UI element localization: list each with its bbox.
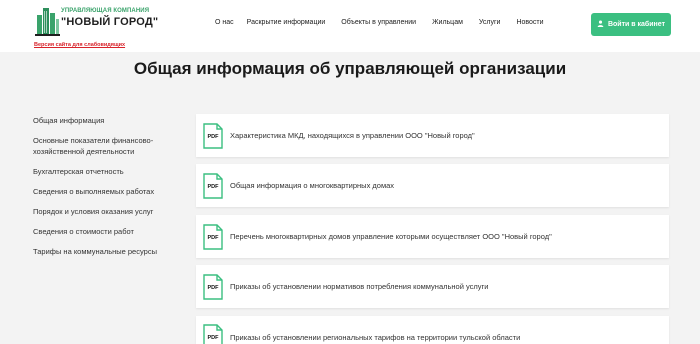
document-title: Характеристика МКД, находящихся в управл… <box>230 131 475 140</box>
nav-link-disclosure[interactable]: Раскрытие информации <box>247 19 326 26</box>
login-button-label: Войти в кабинет <box>607 21 666 28</box>
sidebar-item-financial-indicators[interactable]: Основные показатели финансово-хозяйствен… <box>33 135 173 157</box>
pdf-file-icon: PDF <box>203 122 223 149</box>
company-logo[interactable]: УПРАВЛЯЮЩАЯ КОМПАНИЯ "НОВЫЙ ГОРОД" Верси… <box>34 5 158 49</box>
sidebar-item-work-cost[interactable]: Сведения о стоимости работ <box>33 226 183 237</box>
sidebar-item-general-info[interactable]: Общая информация <box>33 115 183 126</box>
document-title: Перечень многоквартирных домов управлени… <box>230 232 552 241</box>
sidebar-item-works-info[interactable]: Сведения о выполняемых работах <box>33 186 183 197</box>
logo-tagline: УПРАВЛЯЮЩАЯ КОМПАНИЯ <box>61 8 150 14</box>
pdf-label: PDF <box>207 234 219 241</box>
pdf-file-icon: PDF <box>203 273 223 300</box>
pdf-file-icon: PDF <box>203 223 223 250</box>
nav-link-news[interactable]: Новости <box>516 19 543 26</box>
site-header: УПРАВЛЯЮЩАЯ КОМПАНИЯ "НОВЫЙ ГОРОД" Верси… <box>0 0 700 52</box>
nav-link-services[interactable]: Услуги <box>479 19 501 26</box>
nav-link-residents[interactable]: Жильцам <box>432 19 463 26</box>
user-icon <box>597 20 604 29</box>
sidebar-item-accounting[interactable]: Бухгалтерская отчетность <box>33 166 183 177</box>
pdf-file-icon: PDF <box>203 324 223 344</box>
document-title: Приказы об установлении нормативов потре… <box>230 282 489 291</box>
sidebar-menu: Общая информация Основные показатели фин… <box>33 115 183 266</box>
document-title: Общая информация о многоквартирных домах <box>230 181 395 190</box>
pdf-label: PDF <box>207 335 219 341</box>
sidebar-item-service-terms[interactable]: Порядок и условия оказания услуг <box>33 206 183 217</box>
page-title: Общая информация об управляющей организа… <box>133 59 567 78</box>
nav-link-objects[interactable]: Объекты в управлении <box>341 19 416 26</box>
pdf-label: PDF <box>207 284 219 291</box>
document-title: Приказы об установлении региональных тар… <box>230 333 521 342</box>
main-nav: О нас Раскрытие информации Объекты в упр… <box>215 19 560 26</box>
document-card[interactable]: PDF Общая информация о многоквартирных д… <box>196 164 669 207</box>
document-card[interactable]: PDF Приказы об установлении региональных… <box>196 316 669 344</box>
document-card[interactable]: PDF Приказы об установлении нормативов п… <box>196 265 669 308</box>
document-card[interactable]: PDF Характеристика МКД, находящихся в уп… <box>196 114 669 157</box>
pdf-label: PDF <box>207 133 219 140</box>
login-button[interactable]: Войти в кабинет <box>591 13 671 36</box>
accessibility-version-link[interactable]: Версия сайта для слабовидящих <box>34 42 125 48</box>
sidebar-item-tariffs[interactable]: Тарифы на коммунальные ресурсы <box>33 246 183 257</box>
pdf-file-icon: PDF <box>203 172 223 199</box>
logo-company-name: "НОВЫЙ ГОРОД" <box>61 16 159 28</box>
pdf-label: PDF <box>207 183 219 190</box>
building-logo-icon <box>34 5 60 37</box>
nav-link-about[interactable]: О нас <box>215 19 234 26</box>
document-card[interactable]: PDF Перечень многоквартирных домов управ… <box>196 215 669 258</box>
